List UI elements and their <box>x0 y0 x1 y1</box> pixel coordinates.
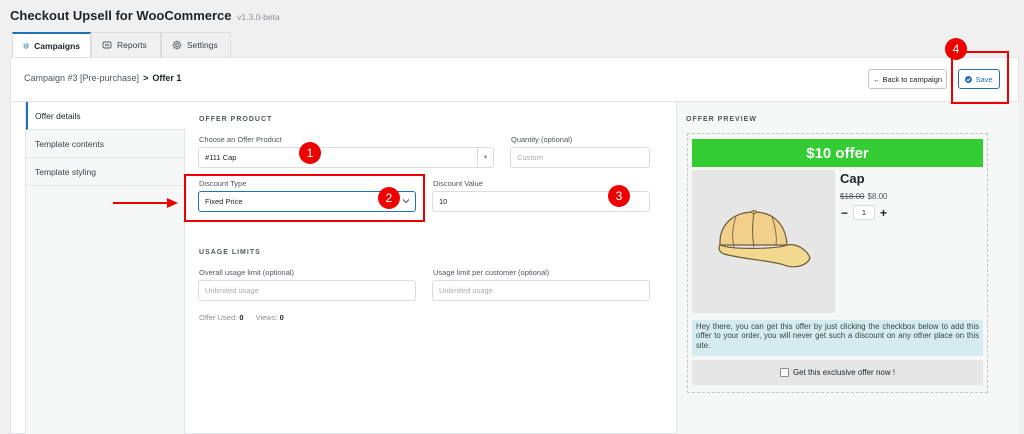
sale-price: $8.00 <box>867 192 888 201</box>
offer-used-label: Offer Used: <box>199 313 238 322</box>
offer-preview-heading: OFFER PREVIEW <box>686 116 757 123</box>
product-field-label: Choose an Offer Product <box>199 135 282 144</box>
breadcrumb-separator: > <box>143 73 149 83</box>
overall-limit-label: Overall usage limit (optional) <box>199 268 295 277</box>
overall-limit-input[interactable]: Unlimited usage <box>198 280 416 301</box>
sidebar-item-offer-details[interactable]: Offer details <box>26 102 186 130</box>
usage-limits-heading: USAGE LIMITS <box>199 249 261 256</box>
annotation-badge-4: 4 <box>945 38 967 60</box>
discount-value-label: Discount Value <box>433 179 483 188</box>
sidebar-item-template-styling[interactable]: Template styling <box>26 158 186 186</box>
back-to-campaign-button[interactable]: ← Back to campaign <box>868 69 947 89</box>
tab-label: Reports <box>117 40 147 50</box>
offer-product-select[interactable]: #111 Cap ▼ <box>198 147 494 168</box>
product-price: $18.00 $8.00 <box>840 192 888 201</box>
checkbox[interactable] <box>779 368 789 377</box>
offer-product-heading: OFFER PRODUCT <box>199 116 273 123</box>
per-customer-limit-input[interactable]: Unlimited usage <box>432 280 650 301</box>
selected-product: #111 Cap <box>205 153 237 162</box>
per-customer-limit-label: Usage limit per customer (optional) <box>433 268 550 277</box>
usage-stats: Offer Used: 0 Views: 0 <box>199 313 294 322</box>
tab-settings[interactable]: Settings <box>161 32 231 57</box>
per-customer-limit-placeholder: Unlimited usage <box>439 286 493 295</box>
sidebar-item-template-contents[interactable]: Template contents <box>26 130 186 158</box>
regular-price: $18.00 <box>840 192 865 201</box>
product-image <box>692 170 835 313</box>
annotation-badge-2: 2 <box>378 187 400 209</box>
quantity-stepper: − 1 + <box>841 205 887 220</box>
views-label: Views: <box>255 313 278 322</box>
sidebar-item-label: Offer details <box>35 110 81 121</box>
offer-title: $10 offer <box>806 144 869 162</box>
cap-image <box>718 210 811 268</box>
tab-label: Settings <box>187 40 218 50</box>
quantity-value[interactable]: 1 <box>853 205 876 220</box>
breadcrumb-current: Offer 1 <box>152 73 182 83</box>
gear-icon <box>172 40 182 50</box>
quantity-field-label: Quantity (optional) <box>511 135 573 144</box>
annotation-badge-3: 3 <box>608 185 630 207</box>
sidebar-item-label: Template contents <box>35 138 104 149</box>
arrow-left-icon: ← <box>872 74 881 84</box>
views-value: 0 <box>279 313 284 322</box>
offer-title-bar: $10 offer <box>692 139 983 167</box>
sidebar-item-label: Template styling <box>35 166 96 177</box>
app-title-text: Checkout Upsell for WooCommerce <box>10 8 232 23</box>
cta-label: Get this exclusive offer now ! <box>792 368 896 377</box>
back-button-label: Back to campaign <box>882 74 943 84</box>
minus-button[interactable]: − <box>841 207 848 219</box>
tab-label: Campaigns <box>34 41 80 51</box>
product-name: Cap <box>840 171 865 186</box>
version-label: v1.3.0-beta <box>237 12 280 22</box>
tab-campaigns[interactable]: Campaigns <box>12 32 91 58</box>
breadcrumb: Campaign #3 [Pre-purchase] > Offer 1 <box>24 73 181 83</box>
breadcrumb-campaign[interactable]: Campaign #3 [Pre-purchase] <box>24 73 139 83</box>
quantity-placeholder: Custom <box>517 153 543 162</box>
annotation-badge-1: 1 <box>299 142 321 164</box>
reports-icon <box>102 41 112 49</box>
quantity-input[interactable]: Custom <box>510 147 650 168</box>
discount-value: 10 <box>439 197 448 206</box>
offer-used-value: 0 <box>239 313 244 322</box>
plus-button[interactable]: + <box>880 207 887 219</box>
accept-offer-checkbox-row[interactable]: Get this exclusive offer now ! <box>692 360 983 385</box>
tab-reports[interactable]: Reports <box>91 32 161 57</box>
layers-icon <box>23 43 30 49</box>
arrow-right-icon <box>113 198 178 208</box>
overall-limit-placeholder: Unlimited usage <box>205 286 259 295</box>
chevron-down-icon: ▼ <box>477 148 493 167</box>
offer-description: Hey there, you can get this offer by jus… <box>692 320 983 356</box>
offer-sidebar: Offer details Template contents Template… <box>25 102 186 434</box>
app-title: Checkout Upsell for WooCommerce v1.3.0-b… <box>10 8 280 23</box>
